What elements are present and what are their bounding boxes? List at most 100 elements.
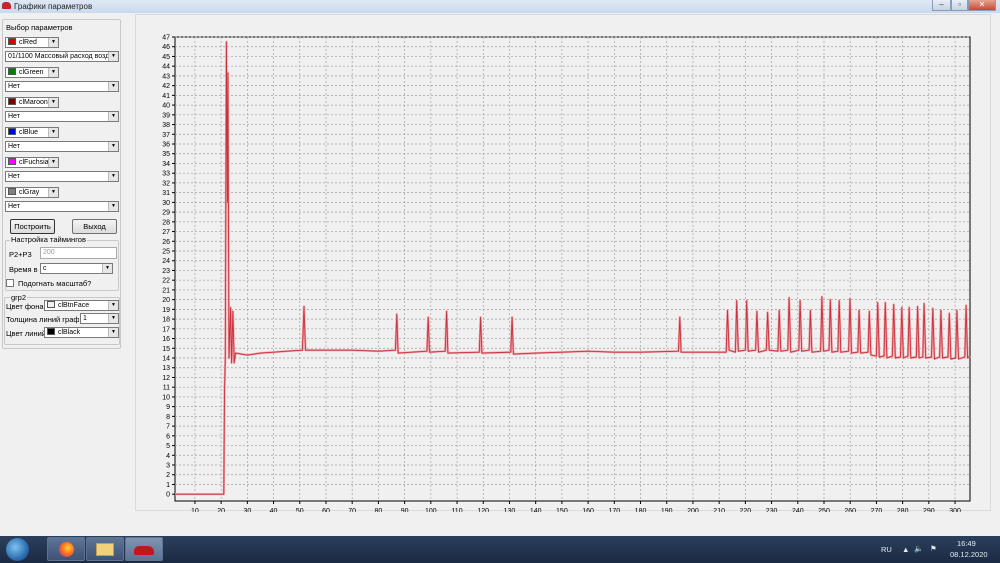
exit-button[interactable]: Выход: [72, 219, 117, 234]
param-value: Нет: [8, 173, 20, 180]
color-select-6[interactable]: clGray ▼: [5, 187, 59, 198]
param-select-5[interactable]: Нет ▼: [5, 171, 119, 182]
color-swatch: [8, 128, 16, 135]
param-select-3[interactable]: Нет ▼: [5, 111, 119, 122]
color-swatch: [8, 68, 16, 75]
y-tick-label: 46: [162, 44, 170, 51]
fit-scale-label: Подогнать масштаб?: [18, 279, 92, 288]
taskbar-car-app[interactable]: [125, 537, 163, 561]
x-tick-label: 110: [451, 508, 462, 512]
tray-expand-icon[interactable]: ▲: [902, 545, 909, 554]
x-tick-label: 240: [792, 508, 804, 512]
line-chart: 10 20 30 40 50 60 70 80 90 100 110 120 130 140 150 160 1…: [162, 35, 971, 512]
x-tick-label: 70: [348, 508, 356, 512]
chevron-down-icon: ▼: [108, 328, 118, 337]
y-tick-label: 43: [162, 73, 170, 80]
time-unit-value: с: [43, 265, 47, 272]
volume-icon[interactable]: 🔈: [914, 544, 923, 553]
y-tick-label: 44: [162, 64, 170, 71]
build-button[interactable]: Построить: [10, 219, 55, 234]
y-tick-label: 27: [162, 229, 170, 236]
close-icon: ✕: [978, 0, 986, 9]
plot-area: [174, 36, 971, 502]
y-tick-label: 4: [166, 453, 170, 460]
bg-color-swatch: [47, 301, 55, 308]
line-color-label: Цвет линий: [6, 329, 46, 338]
bg-color-select[interactable]: clBtnFace ▼: [44, 300, 119, 311]
chevron-down-icon: ▼: [48, 38, 58, 47]
y-tick-label: 40: [162, 103, 170, 110]
y-tick-label: 6: [166, 433, 170, 440]
color-name: clGray: [19, 189, 40, 196]
param-select-6[interactable]: Нет ▼: [5, 201, 119, 212]
color-swatch: [8, 158, 16, 165]
y-tick-label: 14: [162, 356, 170, 363]
chevron-down-icon: ▼: [48, 188, 58, 197]
minimize-button[interactable]: –: [932, 0, 951, 11]
x-tick-label: 10: [191, 508, 199, 512]
color-name: clRed: [19, 39, 37, 46]
line-width-select[interactable]: 1 ▼: [80, 313, 119, 324]
color-select-2[interactable]: clGreen ▼: [5, 67, 59, 78]
color-select-1[interactable]: clRed ▼: [5, 37, 59, 48]
line-color-select[interactable]: clBlack ▼: [44, 327, 119, 338]
param-select-1[interactable]: 01/1100 Массовый расход возд ▼: [5, 51, 119, 62]
time-unit-select[interactable]: с ▼: [40, 263, 113, 274]
x-tick-label: 180: [635, 508, 647, 512]
chevron-down-icon: ▼: [108, 314, 118, 323]
color-swatch: [8, 38, 16, 45]
y-tick-label: 37: [162, 132, 170, 139]
y-tick-label: 11: [163, 385, 170, 392]
timings-group-title: Настройка таймингов: [10, 235, 87, 244]
taskbar-firefox[interactable]: [47, 537, 85, 561]
language-indicator[interactable]: RU: [881, 545, 892, 554]
y-tick-label: 9: [166, 404, 170, 411]
y-tick-label: 45: [162, 54, 170, 61]
chevron-down-icon: ▼: [48, 128, 58, 137]
taskbar-file-explorer[interactable]: [86, 537, 124, 561]
color-select-5[interactable]: clFuchsia ▼: [5, 157, 59, 168]
p2p3-label: P2+P3: [9, 250, 32, 259]
x-tick-label: 230: [766, 508, 778, 512]
close-button[interactable]: ✕: [968, 0, 996, 11]
red-car-icon: [134, 546, 154, 555]
windows-start-button[interactable]: [6, 538, 29, 561]
x-tick-label: 160: [582, 508, 594, 512]
clock-date[interactable]: 08.12.2020: [950, 550, 988, 559]
x-tick-label: 220: [740, 508, 752, 512]
x-tick-label: 280: [897, 508, 909, 512]
params-group-title: Выбор параметров: [6, 23, 73, 32]
x-tick-label: 270: [871, 508, 883, 512]
window-title: Графики параметров: [14, 2, 93, 11]
chevron-down-icon: ▼: [108, 172, 118, 181]
y-tick-label: 32: [162, 180, 170, 187]
y-tick-label: 29: [162, 210, 170, 217]
chevron-down-icon: ▼: [108, 82, 118, 91]
left-panel: Выбор параметров clRed ▼ 01/1100 Массовый…: [0, 13, 124, 535]
action-center-flag-icon[interactable]: ⚑: [930, 544, 937, 553]
fit-scale-checkbox[interactable]: [6, 279, 14, 287]
clock-time[interactable]: 16:49: [957, 539, 976, 548]
line-width-value: 1: [83, 315, 87, 322]
chevron-down-icon: ▼: [48, 158, 58, 167]
x-tick-label: 150: [556, 508, 568, 512]
param-select-2[interactable]: Нет ▼: [5, 81, 119, 92]
y-tick-label: 33: [162, 171, 170, 178]
y-tick-label: 42: [162, 83, 170, 90]
color-select-3[interactable]: clMaroon ▼: [5, 97, 59, 108]
line-color-value: clBlack: [58, 329, 81, 336]
param-select-4[interactable]: Нет ▼: [5, 141, 119, 152]
title-bar: Графики параметров – ▫ ✕: [0, 0, 1000, 13]
param-value: Нет: [8, 143, 20, 150]
maximize-button[interactable]: ▫: [951, 0, 968, 11]
color-select-4[interactable]: clBlue ▼: [5, 127, 59, 138]
chevron-down-icon: ▼: [48, 98, 58, 107]
color-name: clFuchsia: [19, 159, 49, 166]
x-tick-label: 20: [217, 508, 225, 512]
x-tick-label: 100: [425, 508, 437, 512]
p2p3-input[interactable]: 200: [40, 247, 117, 259]
param-value: Нет: [8, 83, 20, 90]
line-width-label: Толщина линий графика: [6, 315, 79, 324]
chevron-down-icon: ▼: [102, 264, 112, 273]
y-tick-label: 20: [162, 297, 170, 304]
